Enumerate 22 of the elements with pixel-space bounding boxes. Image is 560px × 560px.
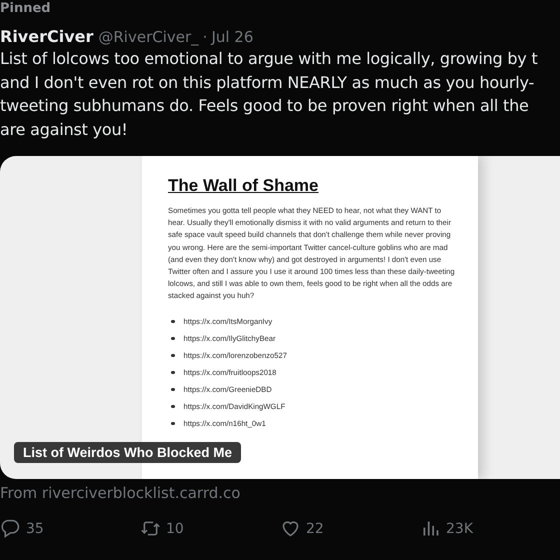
action-count: 23K — [446, 520, 473, 536]
post-text: List of lolcows too emotional to argue with me logically, growing by t and I don't even rot on this platform NEARLY as much as you hourly- tweeting subhumans do. Feels good to be proven right when all the are against you! — [0, 48, 539, 140]
action-count: 10 — [166, 520, 184, 536]
bullet-icon — [171, 336, 174, 340]
bullet-icon — [171, 422, 174, 426]
card-caption: List of Weirdos Who Blocked Me — [14, 442, 242, 463]
document-title: The Wall of Shame — [168, 176, 319, 196]
pinned-label: Pinned — [0, 1, 52, 18]
action-count: 22 — [306, 520, 324, 536]
author-name[interactable]: RiverCiver — [0, 27, 94, 46]
post-date[interactable]: Jul 26 — [211, 28, 254, 46]
speech-bubble-icon[interactable] — [0, 518, 21, 539]
card-background[interactable] — [0, 156, 560, 479]
bullet-icon — [171, 388, 174, 392]
bullet-icon — [171, 320, 174, 324]
bullet-icon — [171, 354, 174, 358]
bullet-icon — [171, 404, 174, 408]
separator-dot: · — [202, 28, 208, 46]
bullet-icon — [171, 370, 174, 374]
action-count: 35 — [26, 520, 44, 536]
author-handle[interactable]: @RiverCiver_ — [98, 28, 199, 46]
source-link[interactable]: From riverciverblocklist.carrd.co — [0, 484, 560, 502]
